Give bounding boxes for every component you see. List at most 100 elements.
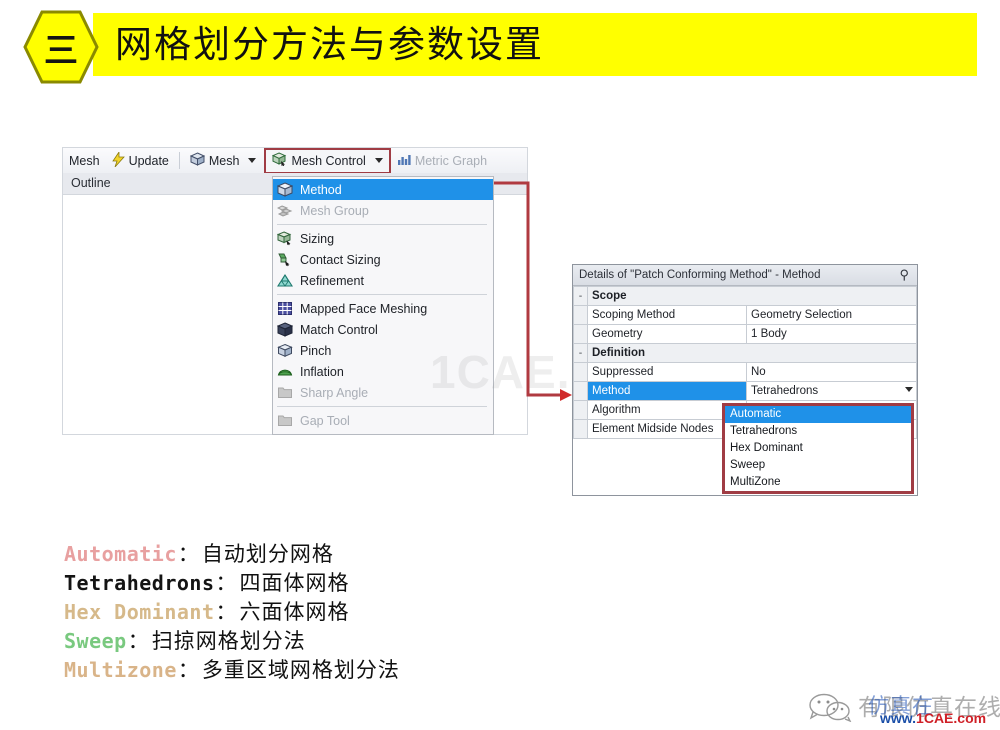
legend-description-sweep: 扫掠网格划分法 xyxy=(151,629,306,653)
mesh-cube-icon xyxy=(276,181,294,198)
sizing-icon xyxy=(276,230,293,247)
legend-description-tetrahedrons: 四面体网格 xyxy=(239,571,350,595)
menu-item-sizing[interactable]: Sizing xyxy=(273,228,493,249)
menu-item-match-control[interactable]: Match Control xyxy=(273,319,493,340)
dropdown-option-tetrahedrons[interactable]: Tetrahedrons xyxy=(725,423,911,440)
table-row-method[interactable]: Method Tetrahedrons xyxy=(573,381,917,401)
toolbar-button-mesh[interactable]: Mesh xyxy=(184,149,263,173)
menu-separator xyxy=(277,224,487,225)
row-label-method: Method xyxy=(587,381,747,401)
menu-item-mesh-group[interactable]: Mesh Group xyxy=(273,200,493,221)
menu-item-gap-tool[interactable]: Gap Tool xyxy=(273,410,493,431)
menu-item-label: Refinement xyxy=(300,273,364,288)
legend-term-multizone: Multizone xyxy=(64,658,177,682)
page-title: 网格划分方法与参数设置 xyxy=(115,23,544,66)
menu-separator xyxy=(277,294,487,295)
table-row-group-definition[interactable]: - Definition xyxy=(573,343,917,363)
menu-item-refinement[interactable]: Refinement xyxy=(273,270,493,291)
mesh-toolbar: Mesh Update Mesh Mesh Control Metric Gra… xyxy=(62,147,528,174)
menu-item-label: Pinch xyxy=(300,343,332,358)
mesh-cube-icon xyxy=(189,152,206,169)
dropdown-option-hex-dominant[interactable]: Hex Dominant xyxy=(725,440,911,457)
menu-item-label: Gap Tool xyxy=(300,413,350,428)
row-value-scoping-method[interactable]: Geometry Selection xyxy=(746,305,917,325)
legend-row-hex-dominant: Hex Dominant ： 六面体网格 xyxy=(64,596,544,625)
pinch-icon xyxy=(277,343,293,359)
match-control-icon xyxy=(276,321,294,338)
toolbar-mesh-label: Mesh xyxy=(208,153,240,168)
table-row-group-scope[interactable]: - Scope xyxy=(573,286,917,306)
refinement-triangle-icon xyxy=(276,273,294,289)
table-row-scoping-method[interactable]: Scoping Method Geometry Selection xyxy=(573,305,917,325)
row-value-suppressed[interactable]: No xyxy=(746,362,917,382)
legend-description-automatic: 自动划分网格 xyxy=(201,542,334,566)
method-legend-list: Automatic ： 自动划分网格 Tetrahedrons ： 四面体网格 … xyxy=(64,538,544,683)
row-label-suppressed: Suppressed xyxy=(587,362,747,382)
method-dropdown-list: Automatic Tetrahedrons Hex Dominant Swee… xyxy=(722,403,914,494)
legend-row-sweep: Sweep ： 扫掠网格划分法 xyxy=(64,625,544,654)
toolbar-mesh-menu-label: Mesh xyxy=(69,153,100,168)
expander-definition[interactable]: - xyxy=(573,343,588,363)
table-row-geometry[interactable]: Geometry 1 Body xyxy=(573,324,917,344)
group-label-definition: Definition xyxy=(587,343,917,363)
dropdown-option-sweep[interactable]: Sweep xyxy=(725,457,911,474)
wechat-icon xyxy=(808,692,854,727)
chevron-down-icon[interactable] xyxy=(374,158,383,163)
legend-colon: ： xyxy=(215,600,237,624)
menu-item-label: Match Control xyxy=(300,322,378,337)
contact-sizing-icon xyxy=(277,252,293,268)
folder-icon xyxy=(277,385,293,401)
dropdown-option-multizone[interactable]: MultiZone xyxy=(725,474,911,491)
legend-description-hex-dominant: 六面体网格 xyxy=(239,600,350,624)
menu-item-contact-sizing[interactable]: Contact Sizing xyxy=(273,249,493,270)
row-value-method-combobox[interactable]: Tetrahedrons xyxy=(746,381,917,401)
legend-term-sweep: Sweep xyxy=(64,629,127,653)
expander-spacer xyxy=(573,419,588,439)
folder-icon xyxy=(277,413,293,429)
menu-item-mapped-face-meshing[interactable]: Mapped Face Meshing xyxy=(273,298,493,319)
toolbar-button-update[interactable]: Update xyxy=(106,149,175,173)
table-row-suppressed[interactable]: Suppressed No xyxy=(573,362,917,382)
menu-item-label: Sharp Angle xyxy=(300,385,369,400)
corner-url-domain: 1CAE.com xyxy=(916,710,987,726)
menu-item-method[interactable]: Method xyxy=(273,179,493,200)
chevron-down-icon[interactable] xyxy=(248,158,257,163)
legend-term-hex-dominant: Hex Dominant xyxy=(64,600,215,624)
row-value-geometry[interactable]: 1 Body xyxy=(746,324,917,344)
expander-spacer xyxy=(573,400,588,420)
legend-term-tetrahedrons: Tetrahedrons xyxy=(64,571,215,595)
menu-item-label: Sizing xyxy=(300,231,335,246)
expander-spacer xyxy=(573,324,588,344)
chevron-down-icon[interactable] xyxy=(905,387,913,392)
grid-icon xyxy=(277,301,293,317)
menu-item-label: Inflation xyxy=(300,364,344,379)
toolbar-button-mesh-menu[interactable]: Mesh xyxy=(63,149,106,173)
row-label-scoping-method: Scoping Method xyxy=(587,305,747,325)
menu-item-label: Mesh Group xyxy=(300,203,369,218)
expander-scope[interactable]: - xyxy=(573,286,588,306)
inflation-icon xyxy=(277,364,293,380)
pin-icon[interactable]: ⚲ xyxy=(899,268,909,282)
menu-item-label: Mapped Face Meshing xyxy=(300,301,428,316)
menu-item-label: Method xyxy=(300,182,342,197)
expander-spacer xyxy=(573,305,588,325)
toolbar-button-mesh-control[interactable]: Mesh Control xyxy=(264,147,391,174)
corner-watermark-url: www.1CAE.com xyxy=(880,710,986,726)
details-panel-title: Details of "Patch Conforming Method" - M… xyxy=(573,265,917,286)
legend-colon: ： xyxy=(215,571,237,595)
legend-row-automatic: Automatic ： 自动划分网格 xyxy=(64,538,544,567)
section-number: 三 xyxy=(44,30,78,71)
expander-spacer xyxy=(573,362,588,382)
toolbar-mesh-control-label: Mesh Control xyxy=(291,153,366,168)
lightning-icon xyxy=(111,150,125,170)
dropdown-option-automatic[interactable]: Automatic xyxy=(725,406,911,423)
legend-description-multizone: 多重区域网格划分法 xyxy=(201,658,400,682)
menu-item-label: Contact Sizing xyxy=(300,252,381,267)
toolbar-button-metric-graph[interactable]: Metric Graph xyxy=(391,149,493,173)
menu-separator xyxy=(277,406,487,407)
legend-colon: ： xyxy=(127,629,149,653)
method-combobox-value: Tetrahedrons xyxy=(751,385,819,397)
toolbar-separator xyxy=(178,152,180,169)
bar-chart-icon xyxy=(397,153,411,169)
expander-spacer xyxy=(573,381,588,401)
